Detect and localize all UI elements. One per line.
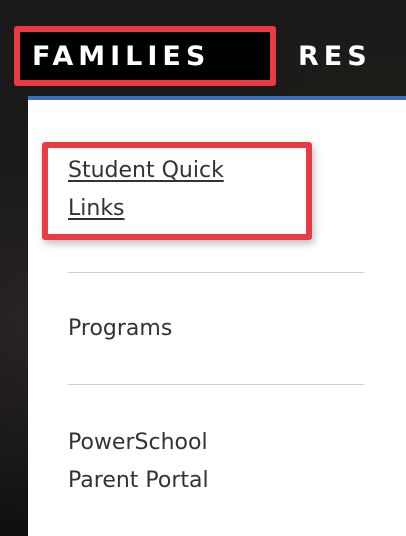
nav-item-resources-label: RES	[298, 40, 372, 72]
menu-divider	[68, 384, 364, 385]
nav-item-resources[interactable]: RES	[298, 26, 406, 86]
menu-item-student-quick-links[interactable]: Student Quick Links	[68, 152, 358, 228]
student-quick-links-link[interactable]: Student Quick Links	[68, 158, 224, 221]
menu-item-powerschool-parent-portal[interactable]: PowerSchool Parent Portal	[68, 424, 358, 500]
menu-item-label-line1: Student Quick	[68, 158, 224, 183]
nav-item-families-label: FAMILIES	[32, 40, 211, 72]
menu-item-programs[interactable]: Programs	[68, 310, 358, 348]
menu-item-label-line1: PowerSchool	[68, 430, 208, 455]
menu-item-label: Programs	[68, 316, 173, 341]
programs-link[interactable]: Programs	[68, 316, 172, 341]
menu-divider	[68, 272, 364, 273]
menu-item-label-line2: Links	[68, 196, 125, 221]
top-navigation: FAMILIES RES	[0, 0, 406, 96]
powerschool-parent-portal-link[interactable]: PowerSchool Parent Portal	[68, 430, 209, 493]
nav-item-families[interactable]: FAMILIES	[14, 26, 276, 86]
menu-item-label-line2: Parent Portal	[68, 468, 209, 493]
families-dropdown-menu: Student Quick Links Programs PowerSchool…	[28, 96, 406, 536]
